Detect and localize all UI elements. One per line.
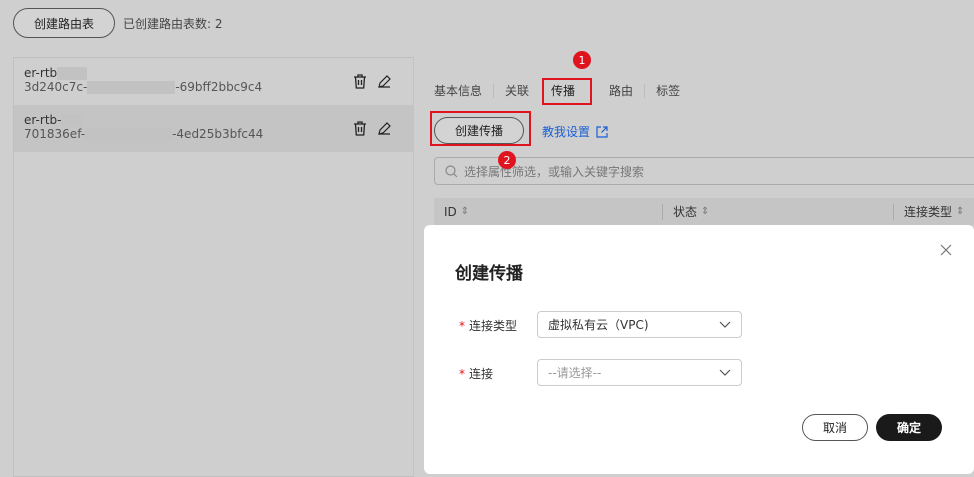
connection-type-label: * 连接类型 (459, 319, 518, 333)
sort-icon[interactable]: ⇕ (461, 206, 469, 217)
dialog-title: 创建传播 (455, 264, 523, 284)
route-table-item-selected[interactable]: er-rtb- 701836ef- -4ed25b3bfc44 (14, 105, 413, 152)
select-placeholder: --请选择-- (548, 366, 602, 380)
tab-association[interactable]: 关联 (493, 84, 540, 98)
external-link-icon (596, 125, 608, 138)
column-label: ID (444, 204, 457, 219)
search-icon (445, 164, 458, 177)
column-connection-type[interactable]: 连接类型 ⇕ (894, 198, 964, 225)
sort-icon[interactable]: ⇕ (701, 206, 709, 217)
route-table-id-suffix: -4ed25b3bfc44 (172, 127, 264, 141)
select-value: 虚拟私有云（VPC) (548, 318, 649, 332)
help-link-text: 教我设置 (542, 125, 591, 139)
step-badge-1: 1 (573, 51, 591, 69)
column-label: 连接类型 (904, 205, 953, 219)
edit-icon[interactable] (377, 74, 391, 89)
route-table-id-prefix: 701836ef- (24, 127, 86, 141)
trash-icon[interactable] (353, 74, 367, 89)
chevron-down-icon (719, 321, 731, 328)
column-id[interactable]: ID ⇕ (434, 203, 663, 220)
route-table-count: 已创建路由表数: 2 (123, 17, 223, 31)
step-badge-2: 2 (498, 151, 516, 169)
create-propagation-dialog: 创建传播 * 连接类型 虚拟私有云（VPC) * 连接 --请选择-- 取消 确定 (424, 225, 974, 474)
create-route-table-button[interactable]: 创建路由表 (13, 8, 115, 38)
table-header: ID ⇕ 状态 ⇕ 连接类型 ⇕ (434, 198, 974, 225)
trash-icon[interactable] (353, 121, 367, 136)
route-table-id-suffix: -69bff2bbc9c4 (175, 80, 263, 94)
chevron-down-icon (719, 369, 731, 376)
highlight-box-tab (542, 78, 592, 105)
route-table-name: er-rtb (24, 66, 58, 80)
tab-routes[interactable]: 路由 (598, 84, 644, 98)
connection-type-select[interactable]: 虚拟私有云（VPC) (537, 311, 742, 338)
edit-icon[interactable] (377, 121, 391, 136)
help-link[interactable]: 教我设置 (542, 123, 608, 140)
route-table-id-prefix: 3d240c7c- (24, 80, 88, 94)
connection-label: * 连接 (459, 367, 494, 381)
search-placeholder: 选择属性筛选，或输入关键字搜索 (464, 164, 645, 179)
column-status[interactable]: 状态 ⇕ (663, 203, 894, 220)
tab-tags[interactable]: 标签 (644, 84, 691, 98)
sort-icon[interactable]: ⇕ (956, 206, 964, 217)
confirm-button[interactable]: 确定 (876, 414, 942, 441)
tab-basic-info[interactable]: 基本信息 (434, 84, 493, 98)
column-label: 状态 (673, 205, 698, 219)
route-table-name: er-rtb- (24, 113, 62, 127)
route-table-item[interactable]: er-rtb 3d240c7c- -69bff2bbc9c4 (14, 58, 413, 105)
connection-select[interactable]: --请选择-- (537, 359, 742, 386)
close-icon[interactable] (940, 244, 952, 256)
cancel-button[interactable]: 取消 (802, 414, 868, 441)
route-table-list: er-rtb 3d240c7c- -69bff2bbc9c4 er-rtb- 70… (13, 57, 414, 477)
highlight-box-button (430, 111, 531, 146)
